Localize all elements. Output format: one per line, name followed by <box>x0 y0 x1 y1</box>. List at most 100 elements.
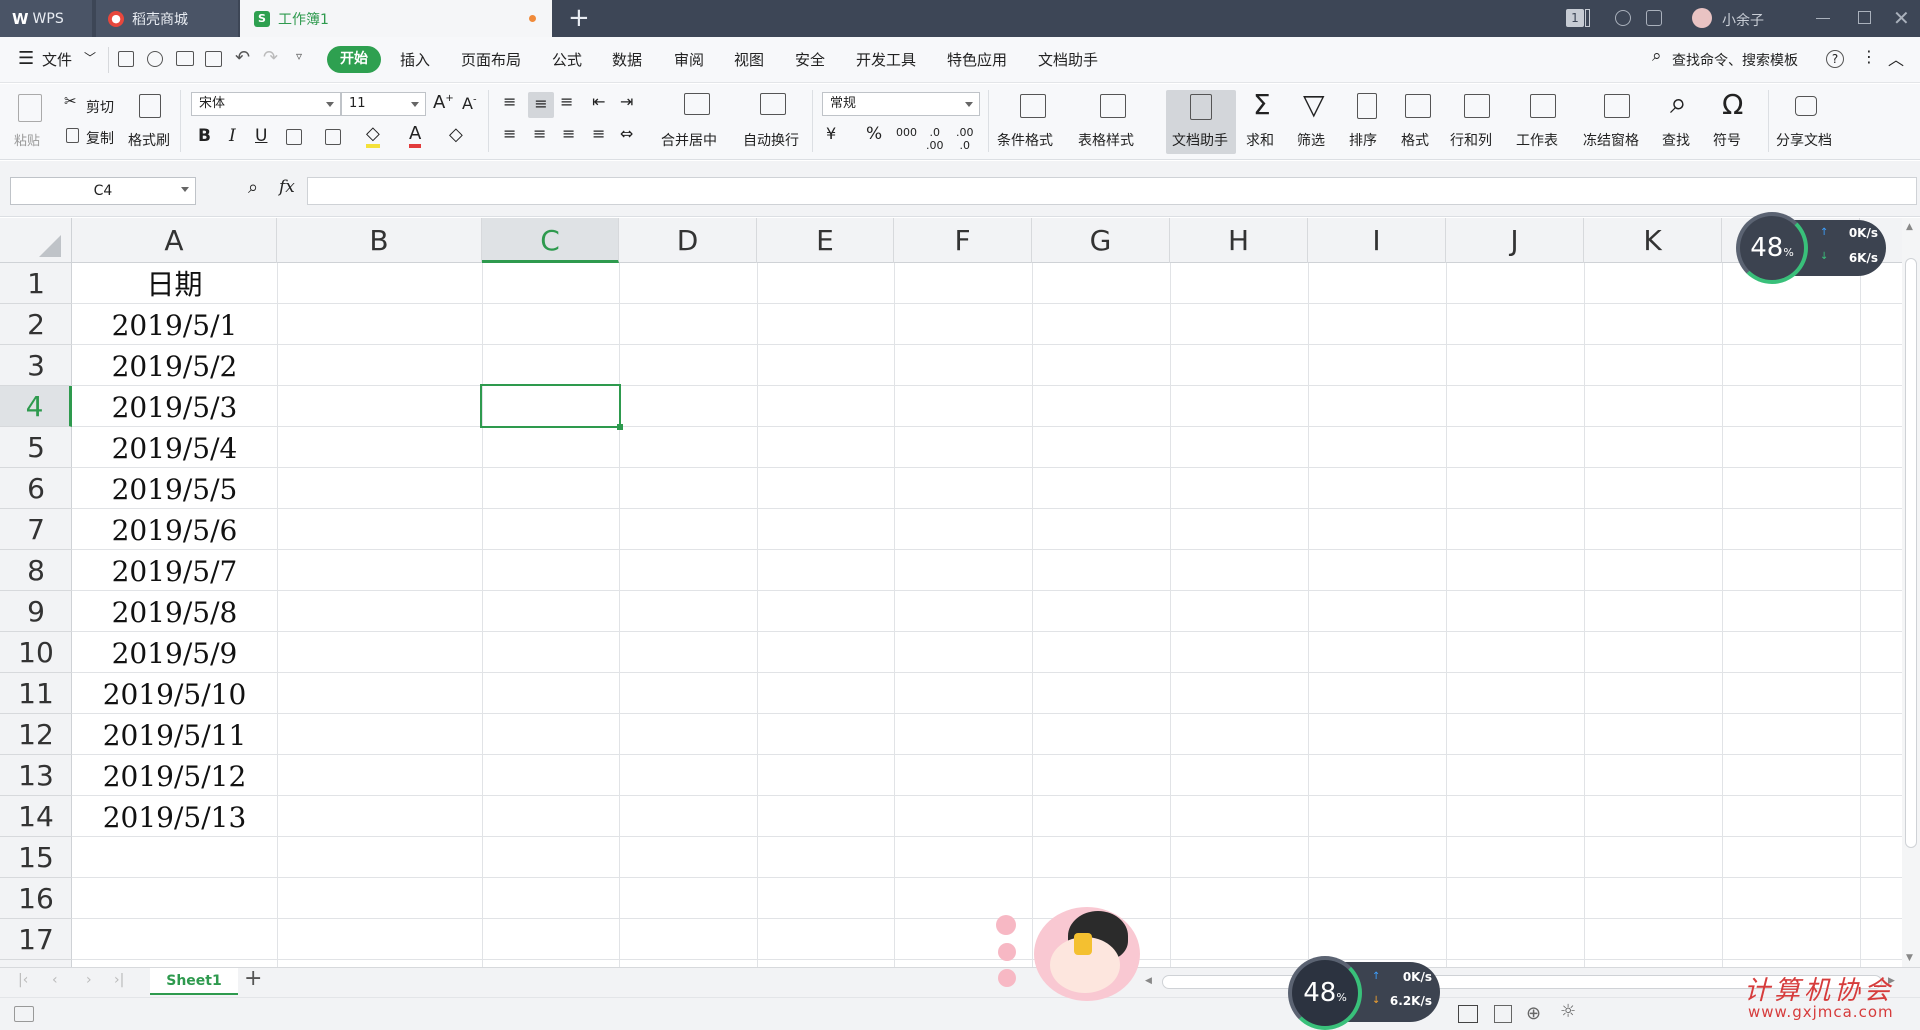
collapse-ribbon-icon[interactable]: ︿ <box>1888 46 1904 70</box>
table-style-button[interactable]: 表格样式 <box>1078 130 1134 150</box>
last-sheet-icon[interactable]: ›| <box>114 972 124 988</box>
row-header-5[interactable]: 5 <box>0 427 72 468</box>
tab-docer-store[interactable]: ● 稻壳商城 <box>96 0 238 37</box>
sum-button[interactable]: 求和 <box>1246 130 1274 150</box>
cell-grid[interactable]: 日期 2019/5/1 2019/5/2 2019/5/3 2019/5/4 2… <box>72 263 1902 967</box>
freeze-panes-icon[interactable] <box>1604 94 1630 118</box>
column-header-d[interactable]: D <box>619 218 757 263</box>
find-icon[interactable]: ⌕ <box>1670 86 1687 121</box>
increase-indent-icon[interactable]: ⇥ <box>620 92 633 111</box>
chevron-down-icon[interactable]: ﹀ <box>84 49 96 66</box>
row-header-15[interactable]: 15 <box>0 837 72 878</box>
increase-font-icon[interactable]: A+ <box>433 92 454 113</box>
window-count-badge[interactable]: 1 <box>1566 9 1584 27</box>
user-name[interactable]: 小余子 <box>1722 10 1764 30</box>
fill-pattern-icon[interactable] <box>325 129 341 145</box>
next-sheet-icon[interactable]: › <box>86 972 92 988</box>
copy-icon[interactable] <box>66 128 79 143</box>
column-header-f[interactable]: F <box>894 218 1032 263</box>
cell-a12[interactable]: 2019/5/11 <box>72 714 277 755</box>
menu-start[interactable]: 开始 <box>327 46 381 73</box>
menu-review[interactable]: 审阅 <box>674 49 704 70</box>
undo-icon[interactable]: ↶ <box>235 47 250 68</box>
format-button[interactable]: 格式 <box>1401 130 1429 150</box>
menu-security[interactable]: 安全 <box>795 49 825 70</box>
share-icon[interactable] <box>1795 96 1817 116</box>
menu-special[interactable]: 特色应用 <box>947 49 1007 70</box>
row-col-icon[interactable] <box>1464 94 1490 118</box>
cell-a5[interactable]: 2019/5/4 <box>72 427 277 468</box>
shirt-icon[interactable] <box>1646 10 1662 26</box>
conditional-format-button[interactable]: 条件格式 <box>997 130 1053 150</box>
merge-center-button[interactable]: 合并居中 <box>661 130 717 150</box>
cell-a10[interactable]: 2019/5/9 <box>72 632 277 673</box>
help-icon[interactable]: ? <box>1826 50 1844 68</box>
column-header-c[interactable]: C <box>482 218 619 263</box>
format-painter-icon[interactable] <box>139 94 161 118</box>
cell-a11[interactable]: 2019/5/10 <box>72 673 277 714</box>
zoom-formula-icon[interactable]: ⌕ <box>248 177 258 198</box>
menu-insert[interactable]: 插入 <box>400 49 430 70</box>
conditional-format-icon[interactable] <box>1020 94 1046 118</box>
search-icon[interactable]: ⌕ <box>1652 46 1662 66</box>
new-tab-button[interactable]: + <box>568 3 590 33</box>
vertical-scrollbar[interactable]: ▲ ▼ <box>1902 218 1920 967</box>
first-sheet-icon[interactable]: |‹ <box>18 972 28 988</box>
paste-icon[interactable] <box>18 94 42 122</box>
filter-button[interactable]: 筛选 <box>1297 130 1325 150</box>
tab-wps[interactable]: W WPS <box>0 0 92 37</box>
doc-helper-button[interactable]: 文档助手 <box>1166 90 1236 154</box>
column-header-a[interactable]: A <box>72 218 277 263</box>
column-header-i[interactable]: I <box>1308 218 1446 263</box>
cell-a3[interactable]: 2019/5/2 <box>72 345 277 386</box>
eye-protection-icon[interactable]: ☼ <box>1560 1001 1576 1022</box>
cut-button[interactable]: 剪切 <box>86 97 114 117</box>
decrease-indent-icon[interactable]: ⇤ <box>592 92 605 111</box>
wrap-text-icon[interactable] <box>760 93 786 115</box>
network-speed-widget-bottom[interactable]: 48% ↑ 0K/s ↓ 6.2K/s <box>1288 956 1440 1030</box>
close-button[interactable]: ✕ <box>1893 6 1910 30</box>
row-header-14[interactable]: 14 <box>0 796 72 837</box>
menu-developer[interactable]: 开发工具 <box>856 49 916 70</box>
formula-input[interactable] <box>307 177 1917 205</box>
sum-icon[interactable]: Σ <box>1253 88 1271 121</box>
menu-view[interactable]: 视图 <box>734 49 764 70</box>
macro-record-icon[interactable] <box>14 1006 34 1022</box>
column-header-b[interactable]: B <box>277 218 482 263</box>
reading-mode-icon[interactable]: ⊕ <box>1526 1003 1541 1024</box>
more-icon[interactable]: ⋮ <box>1861 47 1877 66</box>
customize-quick-access-icon[interactable]: ▿ <box>296 49 302 63</box>
fx-button[interactable]: fx <box>279 177 295 197</box>
name-box[interactable]: C4 <box>10 177 196 205</box>
percent-icon[interactable]: % <box>866 124 882 144</box>
menu-formulas[interactable]: 公式 <box>552 49 582 70</box>
font-size-dropdown[interactable]: 11 <box>341 92 426 116</box>
thousands-icon[interactable]: 000 <box>896 126 917 139</box>
row-header-10[interactable]: 10 <box>0 632 72 673</box>
fill-color-icon[interactable]: ◇ <box>366 124 380 148</box>
redo-icon[interactable]: ↷ <box>263 47 278 68</box>
find-button[interactable]: 查找 <box>1662 130 1690 150</box>
normal-view-icon[interactable] <box>1458 1005 1478 1023</box>
row-col-button[interactable]: 行和列 <box>1450 130 1492 150</box>
menu-doc-helper[interactable]: 文档助手 <box>1038 49 1098 70</box>
share-doc-button[interactable]: 分享文档 <box>1776 130 1832 150</box>
cell-a14[interactable]: 2019/5/13 <box>72 796 277 837</box>
format-painter-button[interactable]: 格式刷 <box>128 130 170 150</box>
row-header-2[interactable]: 2 <box>0 304 72 345</box>
sort-button[interactable]: 排序 <box>1349 130 1377 150</box>
align-left-icon[interactable]: ≡ <box>503 124 516 143</box>
row-header-8[interactable]: 8 <box>0 550 72 591</box>
decrease-decimal-icon[interactable]: .00.0 <box>956 126 974 152</box>
selected-cell-c4[interactable] <box>480 384 623 430</box>
row-header-12[interactable]: 12 <box>0 714 72 755</box>
fill-handle[interactable] <box>617 424 623 430</box>
distribute-icon[interactable]: ⇔ <box>620 124 633 143</box>
skin-icon[interactable] <box>1615 10 1631 26</box>
table-style-icon[interactable] <box>1100 94 1126 118</box>
column-header-j[interactable]: J <box>1446 218 1584 263</box>
row-header-4[interactable]: 4 <box>0 386 72 427</box>
worksheet-button[interactable]: 工作表 <box>1516 130 1558 150</box>
sheet-tab-sheet1[interactable]: Sheet1 <box>150 968 238 995</box>
page-break-view-icon[interactable] <box>1494 1005 1512 1023</box>
